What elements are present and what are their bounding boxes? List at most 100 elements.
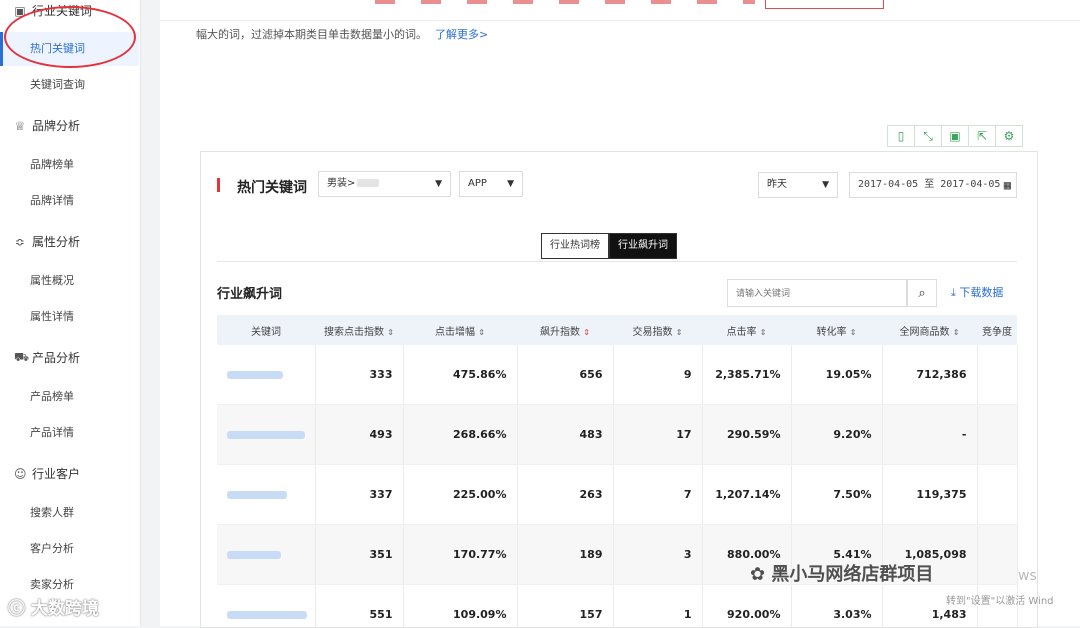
learn-more-link[interactable]: 了解更多> [435,28,488,41]
sidebar-item-keyword-query[interactable]: 关键词查询 [0,75,139,95]
col-header-conversion-rate[interactable]: 转化率 ⇕ [791,315,882,345]
sidebar-item-product-ranking[interactable]: 产品榜单 [0,387,139,407]
user-circle-icon: ☺ [14,467,26,481]
keyword-cell[interactable] [217,405,315,465]
keyword-cell[interactable] [217,465,315,525]
gear-icon[interactable]: ⚙ [995,125,1023,147]
platform-select[interactable]: APP ▼ [459,171,523,197]
chevron-down-icon: ▼ [435,172,442,196]
date-range-picker[interactable]: 2017-04-05 至 2017-04-05 ▦ [849,172,1017,198]
sidebar-item-brand-ranking[interactable]: 品牌榜单 [0,155,139,175]
sidebar-item-seller-analysis[interactable]: 卖家分析 [0,575,139,595]
download-icon: ⤓ [951,286,956,299]
sidebar-item-customer-analysis[interactable]: 客户分析 [0,539,139,559]
hot-keywords-panel: 热门关键词 男装> ▼ APP ▼ 昨天 ▼ 2017-04-05 至 2017… [200,151,1038,628]
table-row: 337 225.00% 263 7 1,207.14% 7.50% 119,37… [217,465,1017,525]
sidebar-item-product-detail[interactable]: 产品详情 [0,423,139,443]
sliders-icon: ≎ [14,235,26,249]
table-cell: 2,385.71% [702,345,791,405]
sort-icon: ⇕ [387,328,394,337]
table-row: 493 268.66% 483 17 290.59% 9.20% - [217,405,1017,465]
table-cell: 189 [517,525,613,585]
table-cell [977,345,1017,405]
keyword-cell[interactable] [217,525,315,585]
col-header-keyword: 关键词 [217,315,315,345]
keyword-search-box [727,279,907,307]
col-header-click-growth[interactable]: 点击增幅 ⇕ [403,315,517,345]
keyword-cell[interactable] [217,585,315,628]
table-cell: 712,386 [882,345,977,405]
table-cell: 19.05% [791,345,882,405]
sidebar-item-brand-detail[interactable]: 品牌详情 [0,191,139,211]
keyword-redaction [227,611,307,619]
calendar-icon: ▦ [1004,173,1011,197]
table-cell [977,405,1017,465]
tab-bar: 行业热词榜 行业飙升词 [541,233,677,259]
table-cell: 17 [613,405,702,465]
col-header-competition: 竞争度 [977,315,1017,345]
table-cell: 7.50% [791,465,882,525]
save-icon[interactable]: ▣ [941,125,969,147]
crown-icon: ♕ [14,119,26,133]
windows-activation-title: ws [1018,568,1037,584]
table-cell: 268.66% [403,405,517,465]
chevron-down-icon: ▼ [822,173,829,197]
col-header-rising-index[interactable]: 飙升指数 ⇕ [517,315,613,345]
expand-icon[interactable]: ⤡ [914,125,942,147]
keyword-cell[interactable] [217,345,315,405]
sidebar-group-product-analysis[interactable]: ⛟ 产品分析 [14,349,80,366]
sidebar-group-attribute-analysis[interactable]: ≎ 属性分析 [14,233,80,250]
search-button[interactable]: ⌕ [907,279,937,307]
col-header-click-rate[interactable]: 点击率 ⇕ [702,315,791,345]
chevron-down-icon: ▼ [507,172,514,196]
col-header-total-products[interactable]: 全网商品数 ⇕ [882,315,977,345]
sort-icon: ⇕ [760,328,767,337]
keyword-redaction [227,431,305,439]
sidebar-item-attribute-detail[interactable]: 属性详情 [0,307,139,327]
title-accent [217,178,220,192]
sidebar-item-hot-keywords[interactable]: 热门关键词 [0,32,139,66]
top-strip [160,0,1080,21]
table-cell: 337 [315,465,403,525]
sidebar-item-attribute-overview[interactable]: 属性概况 [0,271,139,291]
table-cell: 475.86% [403,345,517,405]
download-button[interactable]: ⤓ 下载数据 [951,284,1003,300]
col-header-search-click-index[interactable]: 搜索点击指数 ⇕ [315,315,403,345]
mobile-icon[interactable]: ▯ [887,125,915,147]
table-cell: 656 [517,345,613,405]
category-redaction [357,179,379,187]
table-cell: 493 [315,405,403,465]
table-cell: 1 [613,585,702,628]
table-cell: 119,375 [882,465,977,525]
col-header-trade-index[interactable]: 交易指数 ⇕ [613,315,702,345]
document-icon: ▣ [14,4,26,18]
sidebar: ▣ 行业关键词 热门关键词 关键词查询 ♕ 品牌分析 品牌榜单 品牌详情 ≎ 属… [0,0,141,626]
sidebar-group-brand-analysis[interactable]: ♕ 品牌分析 [14,117,80,134]
keyword-redaction [227,371,283,379]
tab-industry-rising-words[interactable]: 行业飙升词 [609,233,677,259]
table-cell: 920.00% [702,585,791,628]
table-cell: 263 [517,465,613,525]
keyword-redaction [227,491,287,499]
category-select[interactable]: 男装> ▼ [318,171,451,197]
sidebar-group-industry-customers[interactable]: ☺ 行业客户 [14,465,80,482]
table-cell: 225.00% [403,465,517,525]
windows-activation-notice: 转到"设置"以激活 Wind [946,592,1054,607]
share-icon[interactable]: ⇱ [968,125,996,147]
table-cell: 551 [315,585,403,628]
sidebar-group-industry-keywords[interactable]: ▣ 行业关键词 [14,2,92,19]
sidebar-item-search-crowd[interactable]: 搜索人群 [0,503,139,523]
table-cell: 9.20% [791,405,882,465]
brand-watermark-left: ⓒ 大数跨境 [8,594,99,619]
table-header-row: 关键词 搜索点击指数 ⇕ 点击增幅 ⇕ 飙升指数 ⇕ 交易指数 ⇕ 点击率 ⇕ … [217,315,1017,345]
sort-icon: ⇕ [850,328,857,337]
tab-industry-hot-words[interactable]: 行业热词榜 [541,233,609,259]
top-redaction [375,0,755,4]
table-cell: 9 [613,345,702,405]
wechat-watermark: ✿ 黑小马网络店群项目 [750,560,933,586]
sort-icon: ⇕ [478,328,485,337]
period-select[interactable]: 昨天 ▼ [758,172,838,198]
table-cell [977,465,1017,525]
search-input[interactable] [728,280,888,308]
table-cell: 351 [315,525,403,585]
